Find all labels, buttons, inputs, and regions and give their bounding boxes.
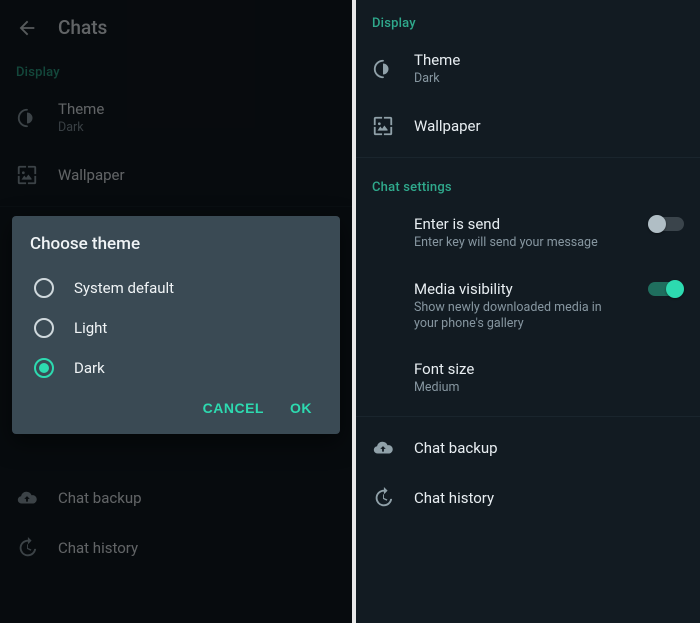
theme-option-system[interactable]: System default	[30, 268, 322, 308]
cancel-button[interactable]: CANCEL	[203, 400, 264, 416]
setting-enter-is-send[interactable]: Enter is send Enter key will send your m…	[356, 201, 700, 265]
divider	[356, 157, 700, 158]
setting-label: Enter is send	[414, 215, 628, 233]
ok-button[interactable]: OK	[290, 400, 312, 416]
theme-option-light[interactable]: Light	[30, 308, 322, 348]
setting-sublabel: Show newly downloaded media in your phon…	[414, 300, 628, 333]
radio-icon	[34, 278, 54, 298]
setting-wallpaper[interactable]: Wallpaper	[356, 101, 700, 151]
radio-icon-selected	[34, 358, 54, 378]
theme-option-label: Light	[74, 319, 107, 337]
toggle-enter-is-send[interactable]	[648, 215, 684, 233]
toggle-media-visibility[interactable]	[648, 280, 684, 298]
radio-icon	[34, 318, 54, 338]
setting-chat-backup[interactable]: Chat backup	[356, 423, 700, 473]
setting-theme-value: Dark	[414, 71, 460, 87]
history-icon	[372, 487, 394, 509]
setting-chat-backup-label: Chat backup	[414, 439, 498, 457]
setting-label: Font size	[414, 360, 474, 378]
choose-theme-dialog: Choose theme System default Light Dark C…	[12, 216, 340, 434]
dialog-actions: CANCEL OK	[30, 388, 322, 426]
left-screen: Chats Display Theme Dark Wallpaper Chat …	[0, 0, 352, 623]
setting-wallpaper-label: Wallpaper	[414, 117, 481, 135]
divider	[356, 416, 700, 417]
setting-media-visibility[interactable]: Media visibility Show newly downloaded m…	[356, 266, 700, 347]
setting-theme-label: Theme	[414, 51, 460, 69]
setting-theme[interactable]: Theme Dark	[356, 37, 700, 101]
section-header-chat-settings: Chat settings	[356, 164, 700, 201]
setting-label: Media visibility	[414, 280, 628, 298]
theme-option-label: System default	[74, 279, 174, 297]
cloud-icon	[372, 437, 394, 459]
setting-chat-history-label: Chat history	[414, 489, 494, 507]
wallpaper-icon	[372, 115, 394, 137]
theme-option-dark[interactable]: Dark	[30, 348, 322, 388]
setting-value: Medium	[414, 380, 474, 396]
setting-font-size[interactable]: Font size Medium	[356, 346, 700, 410]
setting-sublabel: Enter key will send your message	[414, 235, 628, 251]
dialog-title: Choose theme	[30, 234, 322, 254]
theme-icon	[372, 58, 394, 80]
right-screen: Display Theme Dark Wallpaper Chat settin…	[356, 0, 700, 623]
setting-chat-history[interactable]: Chat history	[356, 473, 700, 523]
section-header-display: Display	[356, 0, 700, 37]
theme-option-label: Dark	[74, 359, 105, 377]
